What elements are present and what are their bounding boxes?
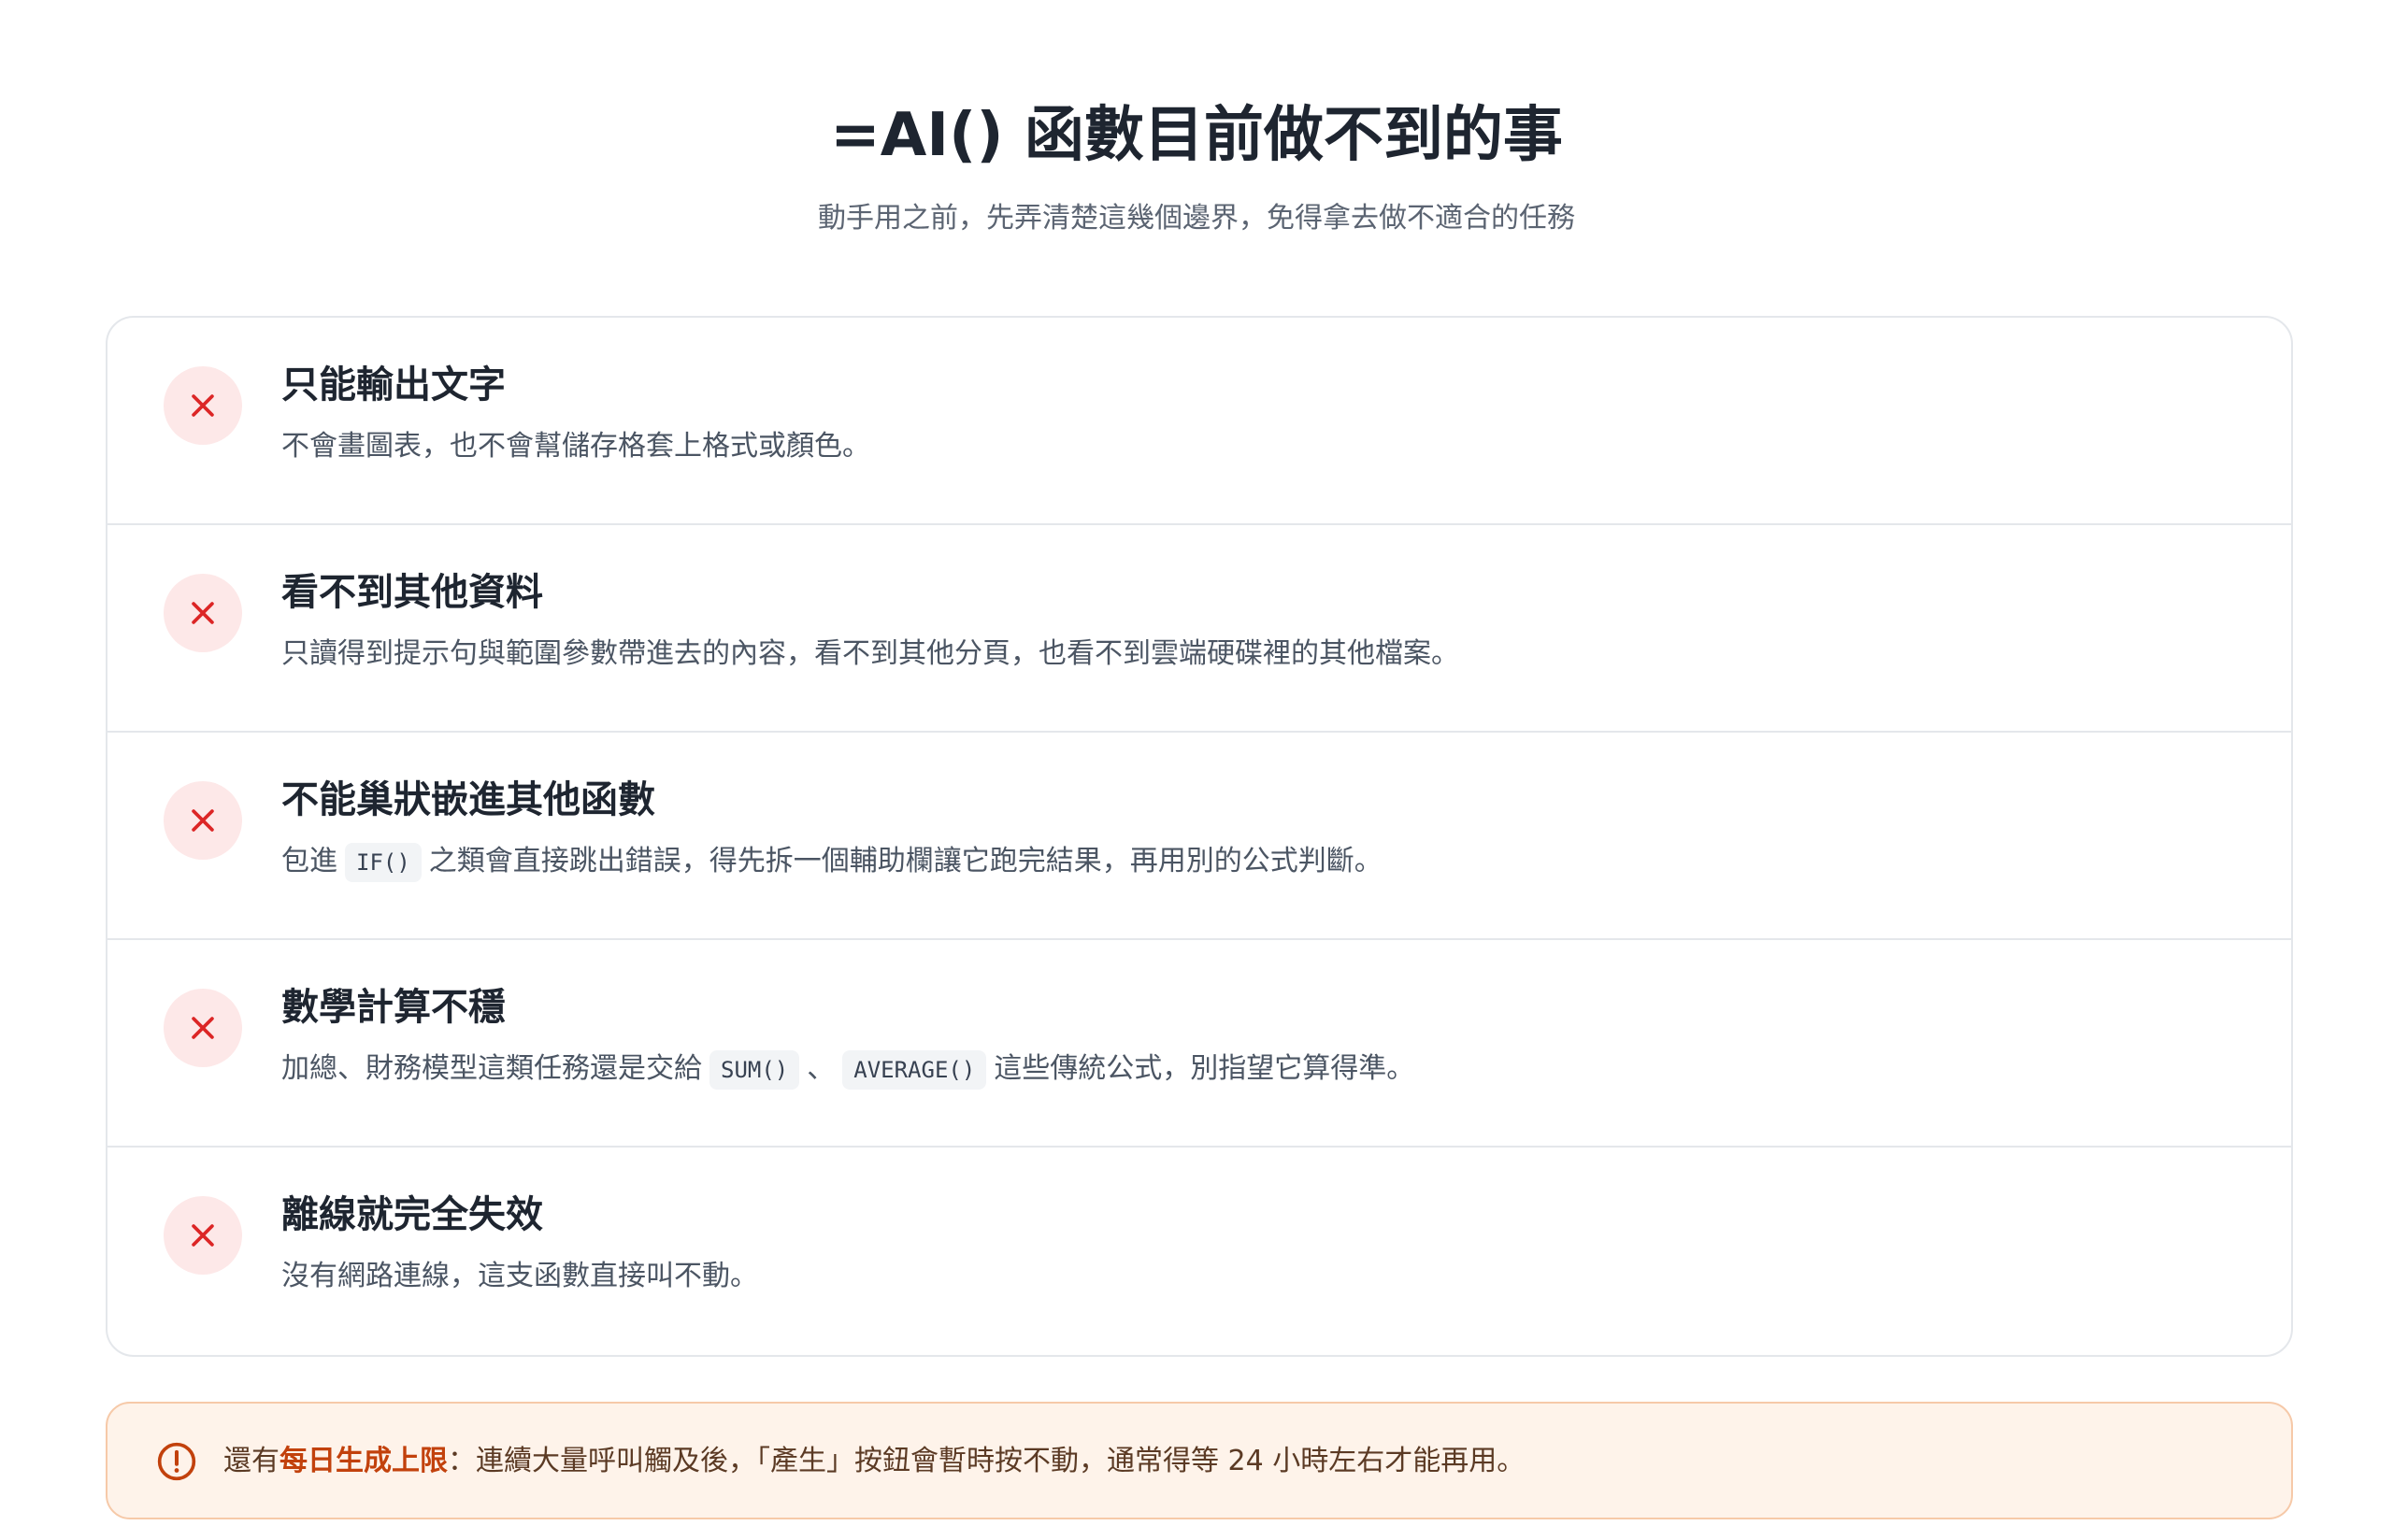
close-x-icon (164, 1196, 242, 1275)
notice-prefix: 還有 (223, 1445, 279, 1477)
desc-text: 加總、財務模型這類任務還是交給 (281, 1052, 702, 1085)
limitation-desc: 加總、財務模型這類任務還是交給 SUM()、 AVERAGE() 這些傳統公式，別指望… (281, 1047, 1414, 1091)
code-chip-sum: SUM() (709, 1049, 800, 1090)
desc-text: 之類會直接跳出錯誤，得先拆一個輔助欄讓它跑完結果，再用別的公式判斷。 (428, 845, 1383, 877)
notice-highlight: 每日生成上限 (279, 1445, 448, 1477)
close-x-icon (164, 366, 242, 445)
limitation-title: 看不到其他資料 (281, 571, 543, 614)
limitation-title: 只能輸出文字 (281, 364, 506, 406)
close-x-icon (164, 989, 242, 1067)
limitation-desc: 不會畫圖表，也不會幫儲存格套上格式或顏色。 (281, 430, 870, 463)
page: =AI() 函數目前做不到的事 動手用之前，先弄清楚這幾個邊界，免得拿去做不適合… (0, 0, 2393, 1540)
daily-limit-notice: 還有每日生成上限：連續大量呼叫觸及後，「產生」按鈕會暫時按不動，通常得等 24 … (106, 1402, 2293, 1519)
limitation-desc: 包進 IF() 之類會直接跳出錯誤，得先拆一個輔助欄讓它跑完結果，再用別的公式判斷。 (281, 839, 1383, 884)
close-x-icon (164, 574, 242, 652)
limitation-desc: 沒有網路連線，這支函數直接叫不動。 (281, 1260, 758, 1292)
limitations-card: 只能輸出文字 不會畫圖表，也不會幫儲存格套上格式或顏色。 看不到其他資料 只讀得… (106, 316, 2293, 1357)
desc-text: 這些傳統公式，別指望它算得準。 (994, 1052, 1415, 1085)
page-title: =AI() 函數目前做不到的事 (830, 101, 1563, 170)
limitation-item-offline: 離線就完全失效 沒有網路連線，這支函數直接叫不動。 (107, 1148, 2291, 1355)
page-subtitle: 動手用之前，先弄清楚這幾個邊界，免得拿去做不適合的任務 (818, 202, 1575, 235)
desc-separator: 、 (807, 1052, 836, 1085)
limitation-item-text-only: 只能輸出文字 不會畫圖表，也不會幫儲存格套上格式或顏色。 (107, 318, 2291, 525)
code-chip-average: AVERAGE() (842, 1049, 987, 1090)
limitation-title: 數學計算不穩 (281, 986, 506, 1029)
alert-circle-icon (157, 1442, 196, 1481)
desc-text: 包進 (281, 845, 337, 877)
limitation-title: 不能巢狀嵌進其他函數 (281, 778, 655, 821)
limitation-item-math-unstable: 數學計算不穩 加總、財務模型這類任務還是交給 SUM()、 AVERAGE() 這些傳… (107, 940, 2291, 1148)
limitation-desc: 只讀得到提示句與範圍參數帶進去的內容，看不到其他分頁，也看不到雲端硬碟裡的其他檔… (281, 637, 1459, 670)
code-chip-if: IF() (345, 842, 422, 882)
notice-text: 還有每日生成上限：連續大量呼叫觸及後，「產生」按鈕會暫時按不動，通常得等 24 … (223, 1439, 1525, 1484)
limitation-item-no-other-data: 看不到其他資料 只讀得到提示句與範圍參數帶進去的內容，看不到其他分頁，也看不到雲… (107, 525, 2291, 733)
limitation-title: 離線就完全失效 (281, 1193, 543, 1236)
notice-rest: ：連續大量呼叫觸及後，「產生」按鈕會暫時按不動，通常得等 24 小時左右才能再用… (448, 1445, 1526, 1477)
limitation-item-no-nesting: 不能巢狀嵌進其他函數 包進 IF() 之類會直接跳出錯誤，得先拆一個輔助欄讓它跑完結… (107, 733, 2291, 940)
close-x-icon (164, 781, 242, 860)
